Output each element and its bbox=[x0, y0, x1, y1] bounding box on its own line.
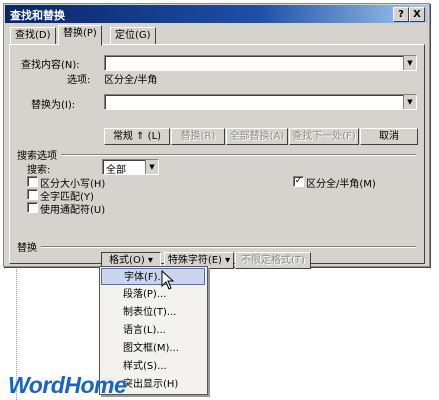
replace-button[interactable]: 替换(R) bbox=[171, 128, 225, 145]
tab-goto-label: 定位(G) bbox=[115, 30, 151, 41]
find-next-button[interactable]: 查找下一处(F) bbox=[289, 128, 359, 145]
search-direction-label: 搜索: bbox=[27, 165, 51, 176]
tab-replace-label: 替换(P) bbox=[63, 28, 97, 39]
normal-button[interactable]: 常规 ⇑ (L) bbox=[104, 128, 170, 145]
tab-replace[interactable]: 替换(P) bbox=[58, 25, 102, 46]
menu-item-frame[interactable]: 图文框(M)... bbox=[101, 340, 205, 357]
width-match-label: 区分全/半角(M) bbox=[306, 179, 376, 190]
search-options-heading: 搜索选项 bbox=[17, 151, 57, 162]
tab-goto[interactable]: 定位(G) bbox=[110, 27, 156, 45]
replace-section-heading: 替换 bbox=[17, 243, 37, 254]
help-button[interactable]: ? bbox=[393, 7, 409, 22]
wildcards-checkbox[interactable] bbox=[27, 202, 38, 213]
find-replace-dialog: 查找和替换 ? X 查找(D) 替换(P) 定位(G) 查找内容(N): ▼ 选… bbox=[3, 3, 430, 269]
dialog-title: 查找和替换 bbox=[10, 9, 65, 22]
find-dropdown-arrow-icon[interactable]: ▼ bbox=[403, 56, 416, 70]
tab-find-label: 查找(D) bbox=[15, 30, 51, 41]
screenshot: 查找和替换 ? X 查找(D) 替换(P) 定位(G) 查找内容(N): ▼ 选… bbox=[0, 0, 439, 400]
search-options-divider bbox=[61, 154, 416, 156]
match-case-checkbox[interactable] bbox=[27, 176, 38, 187]
close-button[interactable]: X bbox=[409, 7, 425, 22]
menu-item-language[interactable]: 语言(L)... bbox=[101, 322, 205, 339]
find-options-value: 区分全/半角 bbox=[104, 75, 158, 86]
wildcards-label: 使用通配符(U) bbox=[40, 205, 106, 216]
mouse-pointer-icon bbox=[161, 270, 175, 290]
width-match-checkbox[interactable]: ✓ bbox=[293, 176, 304, 187]
replace-input[interactable]: ▼ bbox=[104, 94, 417, 110]
search-direction-arrow-icon[interactable]: ▼ bbox=[145, 160, 158, 174]
menu-item-paragraph[interactable]: 段落(P)... bbox=[101, 286, 205, 303]
wordhome-watermark-logo: WordHome bbox=[8, 372, 127, 398]
menu-item-tabs[interactable]: 制表位(T)... bbox=[101, 304, 205, 321]
find-label: 查找内容(N): bbox=[21, 60, 80, 71]
cancel-button[interactable]: 取消 bbox=[360, 128, 418, 145]
replace-section-divider bbox=[41, 246, 416, 248]
title-bar[interactable]: 查找和替换 ? X bbox=[5, 5, 428, 23]
search-direction-value: 全部 bbox=[106, 165, 126, 176]
replace-all-button[interactable]: 全部替换(A) bbox=[226, 128, 288, 145]
whole-word-checkbox[interactable] bbox=[27, 189, 38, 200]
tab-find[interactable]: 查找(D) bbox=[10, 27, 56, 45]
checkmark-icon: ✓ bbox=[294, 176, 303, 186]
menu-item-font[interactable]: 字体(F)... bbox=[101, 268, 205, 285]
search-direction-select[interactable]: 全部 ▼ bbox=[102, 159, 159, 176]
find-input[interactable]: ▼ bbox=[104, 55, 417, 71]
replace-dropdown-arrow-icon[interactable]: ▼ bbox=[403, 95, 416, 109]
find-options-label: 选项: bbox=[67, 75, 91, 86]
replace-label: 替换为(I): bbox=[31, 100, 76, 111]
no-format-button[interactable]: 不限定格式(T) bbox=[235, 252, 311, 269]
